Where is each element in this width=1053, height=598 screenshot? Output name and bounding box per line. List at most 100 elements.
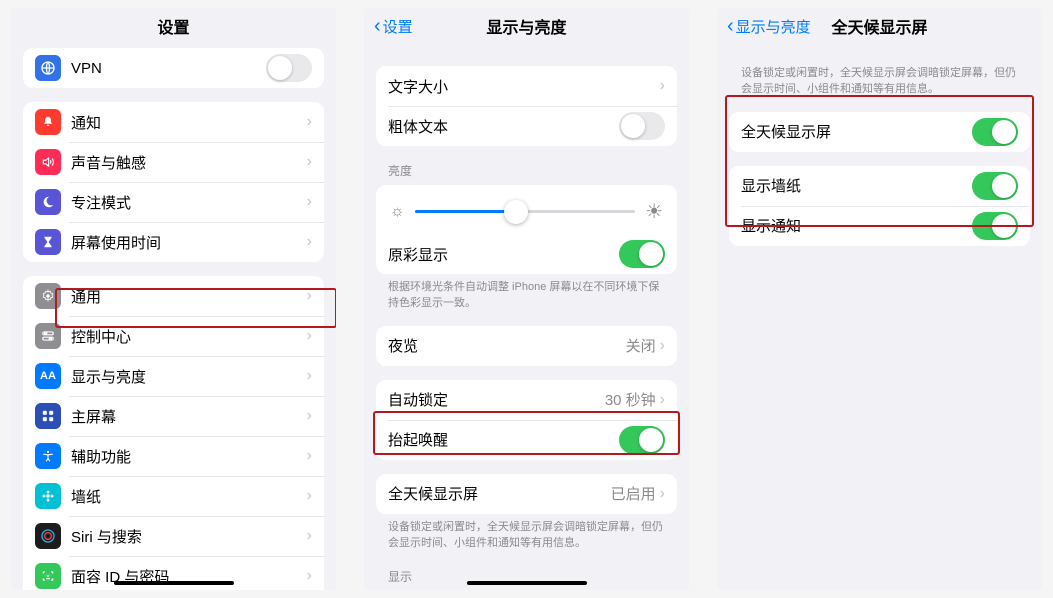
accessibility-icon (35, 443, 61, 469)
home-indicator[interactable] (114, 581, 234, 585)
apps-grid-icon (35, 403, 61, 429)
row-controlcenter[interactable]: 控制中心 › (23, 316, 324, 356)
aod-settings-list[interactable]: 设备锁定或闲置时，全天候显示屏会调暗锁定屏幕，但仍会显示时间、小组件和通知等有用… (717, 44, 1042, 590)
row-homescreen[interactable]: 主屏幕 › (23, 396, 324, 436)
slider-knob[interactable] (504, 200, 528, 224)
row-accessibility[interactable]: 辅助功能 › (23, 436, 324, 476)
speaker-icon (35, 149, 61, 175)
row-label: 自动锁定 (388, 389, 605, 410)
row-siri[interactable]: Siri 与搜索 › (23, 516, 324, 556)
row-focus[interactable]: 专注模式 › (23, 182, 324, 222)
chevron-right-icon: › (660, 337, 665, 355)
back-label: 设置 (383, 16, 413, 37)
row-truetone[interactable]: 原彩显示 (376, 234, 677, 274)
row-screentime[interactable]: 屏幕使用时间 › (23, 222, 324, 262)
row-label: 通知 (71, 112, 307, 133)
chevron-right-icon: › (307, 113, 312, 131)
row-auto-lock[interactable]: 自动锁定 30 秒钟 › (376, 380, 677, 420)
row-label: 粗体文本 (388, 116, 619, 137)
back-label: 显示与亮度 (736, 16, 811, 37)
aod-description: 设备锁定或闲置时，全天候显示屏会调暗锁定屏幕，但仍会显示时间、小组件和通知等有用… (741, 66, 1022, 98)
screen-settings: 设置 VPN 通知 › 声音 (11, 8, 336, 590)
slider-track[interactable] (415, 210, 635, 213)
gear-icon (35, 283, 61, 309)
bold-text-toggle[interactable] (619, 112, 665, 140)
chevron-right-icon: › (307, 233, 312, 251)
row-label: 显示通知 (741, 215, 972, 236)
brightness-slider[interactable]: ☼ ☀ (376, 185, 677, 234)
chevron-right-icon: › (307, 327, 312, 345)
hourglass-icon (35, 229, 61, 255)
row-text-size[interactable]: 文字大小 › (376, 66, 677, 106)
bell-icon (35, 109, 61, 135)
row-label: 控制中心 (71, 326, 307, 347)
vpn-icon (35, 55, 61, 81)
aod-footer: 设备锁定或闲置时，全天候显示屏会调暗锁定屏幕，但仍会显示时间、小组件和通知等有用… (388, 520, 669, 552)
chevron-right-icon: › (660, 391, 665, 409)
row-wallpaper[interactable]: 墙纸 › (23, 476, 324, 516)
siri-icon (35, 523, 61, 549)
aod-toggle[interactable] (972, 118, 1018, 146)
row-night-shift[interactable]: 夜览 关闭 › (376, 326, 677, 366)
navbar: ‹ 设置 显示与亮度 (364, 8, 689, 44)
row-bold-text[interactable]: 粗体文本 (376, 106, 677, 146)
row-label: 辅助功能 (71, 446, 307, 467)
row-label: Siri 与搜索 (71, 526, 307, 547)
row-label: VPN (71, 60, 266, 77)
chevron-left-icon: ‹ (374, 16, 381, 36)
row-notifications[interactable]: 通知 › (23, 102, 324, 142)
row-label: 抬起唤醒 (388, 429, 619, 450)
vpn-toggle[interactable] (266, 54, 312, 82)
navbar: ‹ 显示与亮度 全天候显示屏 (717, 8, 1042, 44)
row-label: 声音与触感 (71, 152, 307, 173)
row-label: 全天候显示屏 (388, 483, 611, 504)
row-label: 显示与亮度 (71, 366, 307, 387)
row-label: 专注模式 (71, 192, 307, 213)
display-settings-list[interactable]: 文字大小 › 粗体文本 亮度 ☼ ☀ 原彩显示 根据环境光 (364, 44, 689, 590)
screen-display-brightness: ‹ 设置 显示与亮度 文字大小 › 粗体文本 亮度 ☼ ☀ (364, 8, 689, 590)
chevron-right-icon: › (660, 77, 665, 95)
truetone-footer: 根据环境光条件自动调整 iPhone 屏幕以在不同环境下保持色彩显示一致。 (388, 280, 669, 312)
faceid-icon (35, 563, 61, 589)
chevron-left-icon: ‹ (727, 16, 734, 36)
navbar: 设置 (11, 8, 336, 44)
chevron-right-icon: › (307, 287, 312, 305)
row-detail: 已启用 (611, 483, 656, 504)
page-title: 显示与亮度 (486, 14, 566, 38)
chevron-right-icon: › (307, 407, 312, 425)
page-title: 全天候显示屏 (831, 14, 927, 38)
notifications-toggle[interactable] (972, 212, 1018, 240)
row-label: 主屏幕 (71, 406, 307, 427)
row-show-wallpaper[interactable]: 显示墙纸 (729, 166, 1030, 206)
row-detail: 30 秒钟 (605, 389, 656, 410)
row-aod-enable[interactable]: 全天候显示屏 (729, 112, 1030, 152)
row-raise-to-wake[interactable]: 抬起唤醒 (376, 420, 677, 460)
section-brightness-header: 亮度 (388, 162, 673, 179)
chevron-right-icon: › (307, 153, 312, 171)
home-indicator[interactable] (467, 581, 587, 585)
back-button[interactable]: ‹ 显示与亮度 (727, 16, 811, 37)
row-detail: 关闭 (626, 335, 656, 356)
settings-list[interactable]: VPN 通知 › 声音与触感 › (11, 44, 336, 590)
row-aod[interactable]: 全天候显示屏 已启用 › (376, 474, 677, 514)
raise-to-wake-toggle[interactable] (619, 426, 665, 454)
row-label: 通用 (71, 286, 307, 307)
truetone-toggle[interactable] (619, 240, 665, 268)
slider-fill (415, 210, 516, 213)
wallpaper-toggle[interactable] (972, 172, 1018, 200)
row-vpn[interactable]: VPN (23, 48, 324, 88)
row-general[interactable]: 通用 › (23, 276, 324, 316)
row-label: 显示墙纸 (741, 175, 972, 196)
row-label: 夜览 (388, 335, 626, 356)
row-label: 墙纸 (71, 486, 307, 507)
switches-icon (35, 323, 61, 349)
flower-icon (35, 483, 61, 509)
back-button[interactable]: ‹ 设置 (374, 16, 413, 37)
sun-large-icon: ☀ (645, 199, 663, 224)
row-show-notifications[interactable]: 显示通知 (729, 206, 1030, 246)
sun-small-icon: ☼ (390, 203, 405, 221)
row-sound[interactable]: 声音与触感 › (23, 142, 324, 182)
row-display[interactable]: AA 显示与亮度 › (23, 356, 324, 396)
chevron-right-icon: › (307, 487, 312, 505)
chevron-right-icon: › (660, 485, 665, 503)
